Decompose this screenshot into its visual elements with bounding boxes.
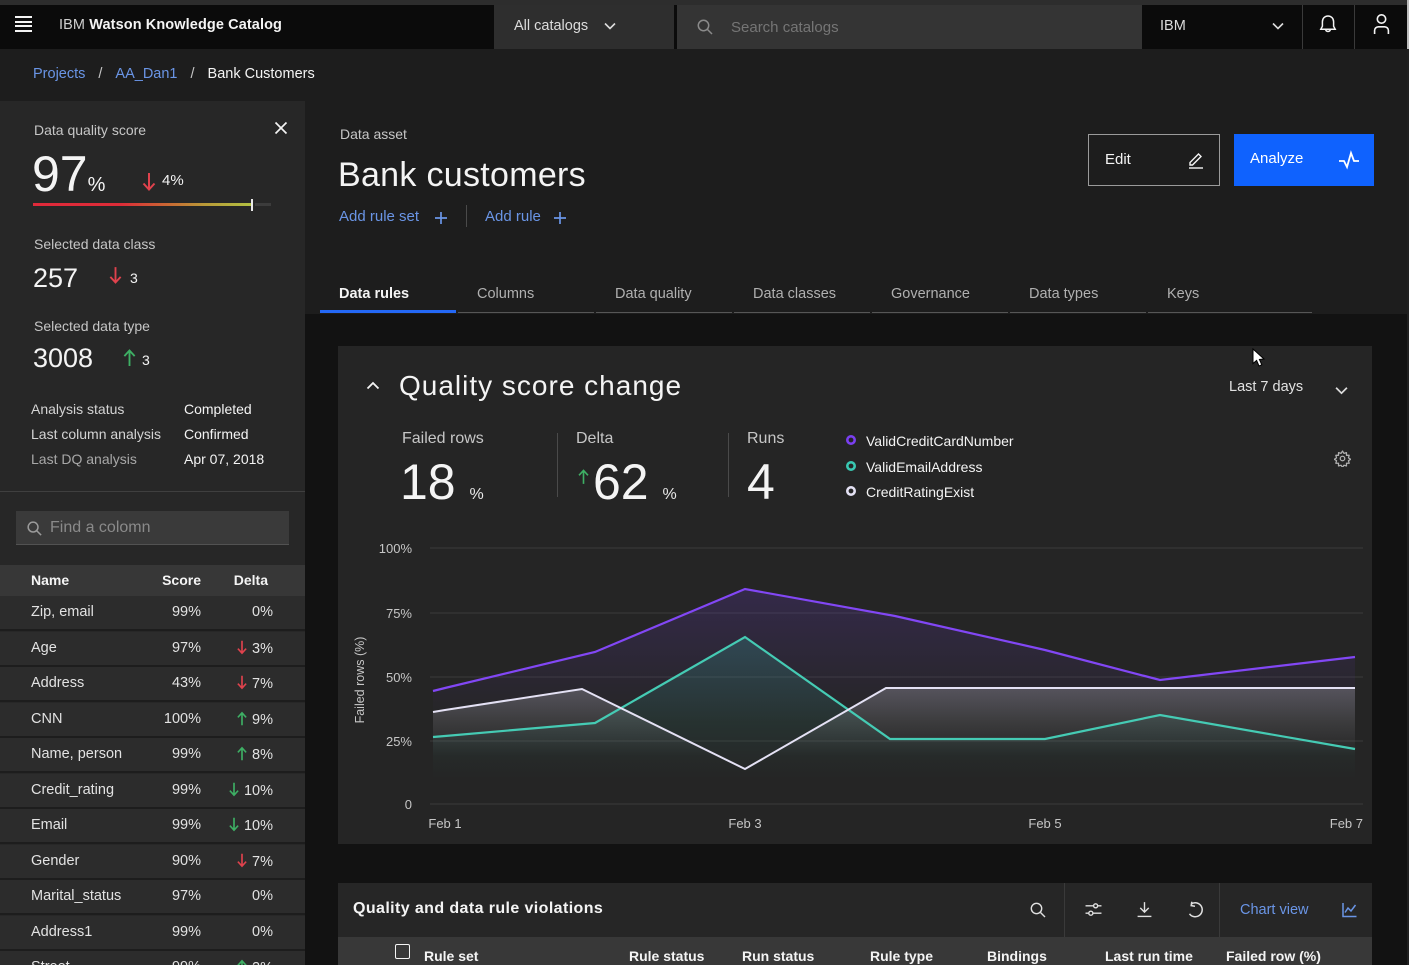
svg-text:100%: 100% bbox=[379, 541, 413, 556]
svg-text:Feb 3: Feb 3 bbox=[728, 816, 761, 831]
svg-text:Failed rows (%): Failed rows (%) bbox=[353, 637, 367, 724]
svg-text:75%: 75% bbox=[386, 606, 412, 621]
svg-text:50%: 50% bbox=[386, 670, 412, 685]
svg-text:Feb 1: Feb 1 bbox=[428, 816, 461, 831]
svg-text:Feb 5: Feb 5 bbox=[1028, 816, 1061, 831]
svg-text:25%: 25% bbox=[386, 734, 412, 749]
svg-text:Feb 7: Feb 7 bbox=[1330, 816, 1363, 831]
svg-text:0: 0 bbox=[405, 797, 412, 812]
